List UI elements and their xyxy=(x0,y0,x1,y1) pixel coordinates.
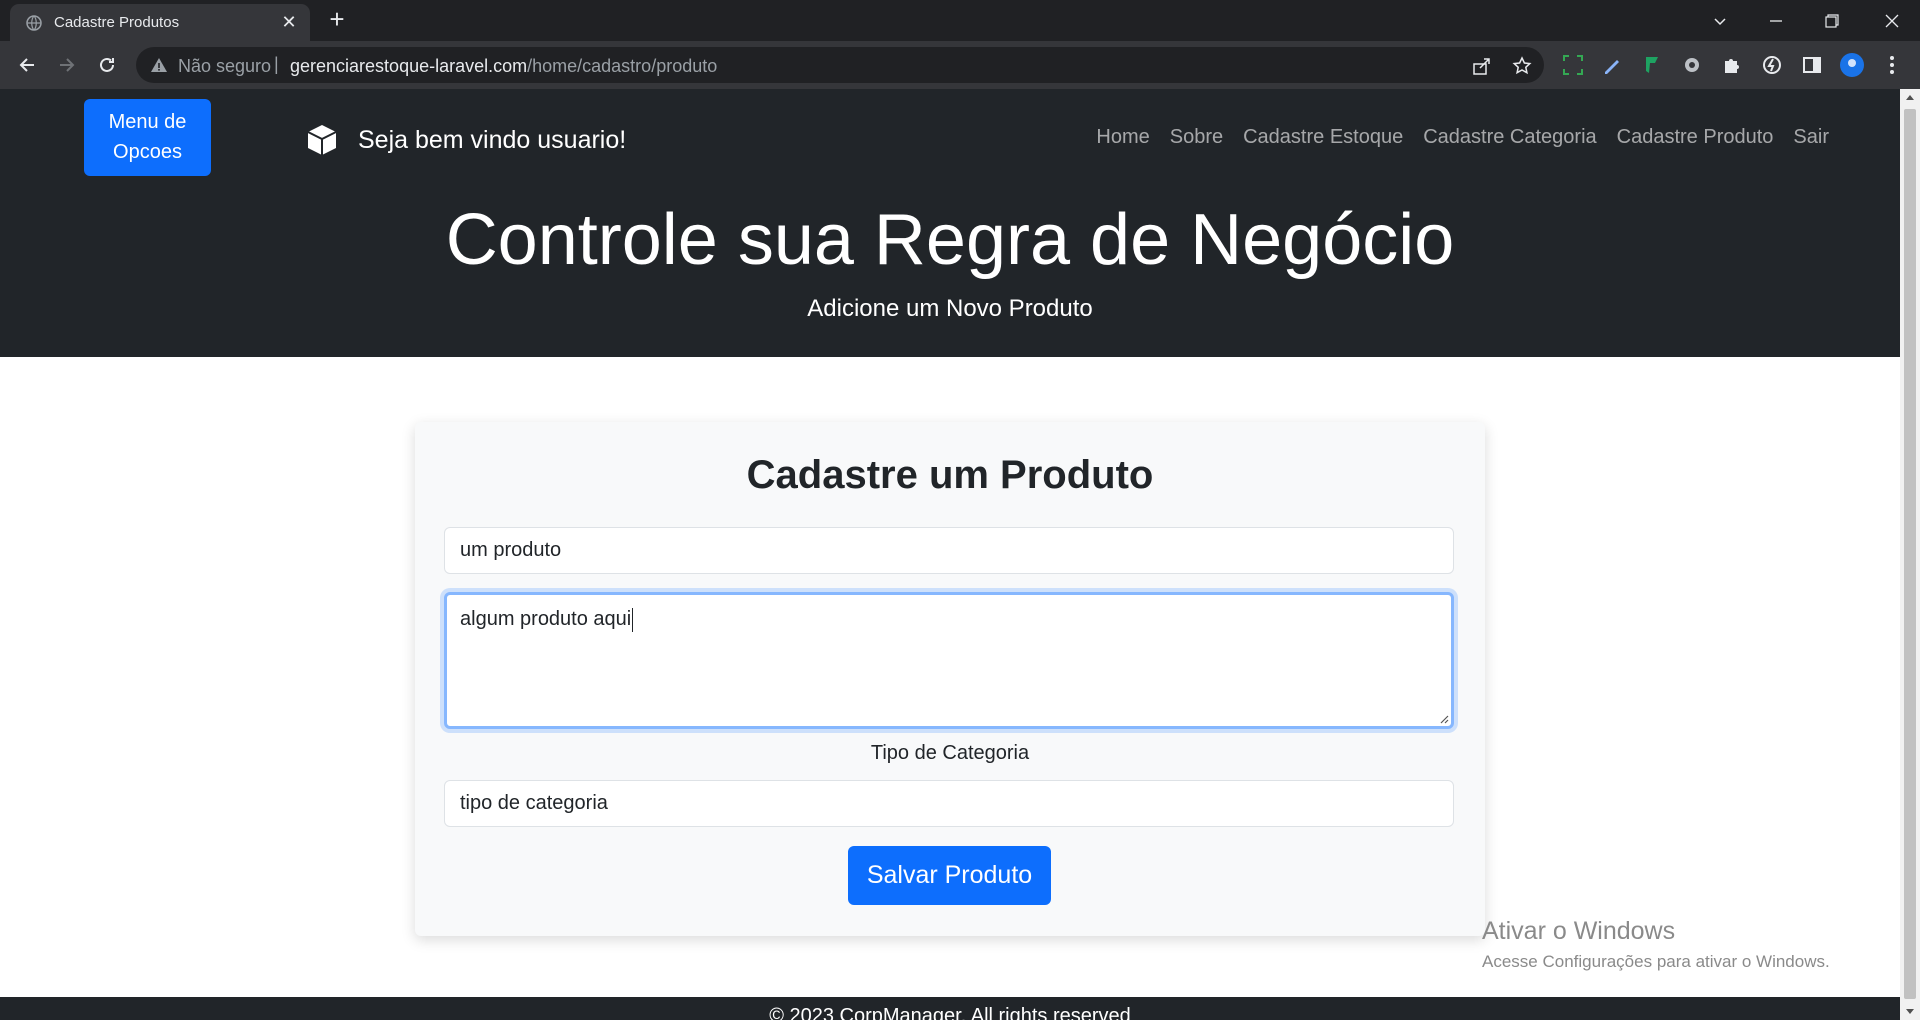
welcome-text: Seja bem vindo usuario! xyxy=(358,125,627,154)
url-text[interactable]: gerenciarestoque-laravel.com/home/cadast… xyxy=(290,56,717,77)
scroll-up-icon[interactable] xyxy=(1906,95,1914,100)
address-bar[interactable]: Não seguro | gerenciarestoque-laravel.co… xyxy=(136,47,1544,83)
globe-icon xyxy=(26,15,42,31)
nav-link-cadastre-estoque[interactable]: Cadastre Estoque xyxy=(1243,126,1403,149)
profile-avatar[interactable] xyxy=(1840,53,1864,77)
security-label[interactable]: Não seguro xyxy=(178,56,271,77)
tab-title: Cadastre Produtos xyxy=(54,14,180,31)
product-form-card: Cadastre um Produto um produto algum pro… xyxy=(415,422,1485,936)
forward-button[interactable] xyxy=(52,50,82,80)
browser-tab[interactable]: Cadastre Produtos ✕ xyxy=(10,4,310,41)
page-scrollbar[interactable] xyxy=(1900,89,1920,1020)
browser-tab-bar: Cadastre Produtos ✕ + xyxy=(0,0,1920,41)
options-menu-button[interactable]: Menu de Opcoes xyxy=(84,99,211,176)
warning-icon xyxy=(151,58,167,72)
scroll-thumb[interactable] xyxy=(1904,109,1916,999)
bookmark-star-icon[interactable] xyxy=(1512,56,1532,76)
nav-link-cadastre-categoria[interactable]: Cadastre Categoria xyxy=(1423,126,1596,149)
close-tab-icon[interactable]: ✕ xyxy=(278,11,300,33)
windows-activation-watermark: Ativar o Windows Acesse Configurações pa… xyxy=(1482,917,1830,972)
url-host: gerenciarestoque-laravel.com xyxy=(290,56,528,76)
scroll-down-icon[interactable] xyxy=(1906,1009,1914,1014)
browser-toolbar: Não seguro | gerenciarestoque-laravel.co… xyxy=(0,41,1920,89)
divider: | xyxy=(274,54,279,74)
gear-extension-icon[interactable] xyxy=(1680,53,1704,77)
nav-link-sobre[interactable]: Sobre xyxy=(1170,126,1223,149)
more-menu-icon[interactable] xyxy=(1880,53,1904,77)
nav-link-home[interactable]: Home xyxy=(1096,126,1149,149)
pen-extension-icon[interactable] xyxy=(1600,53,1624,77)
product-description-textarea[interactable]: algum produto aqui xyxy=(444,592,1454,729)
performance-icon[interactable] xyxy=(1760,53,1784,77)
hero-title: Controle sua Regra de Negócio xyxy=(445,200,1455,280)
main-nav: Home Sobre Cadastre Estoque Cadastre Cat… xyxy=(1096,126,1829,149)
back-button[interactable] xyxy=(12,50,42,80)
side-panel-icon[interactable] xyxy=(1800,53,1824,77)
category-input[interactable]: tipo de categoria xyxy=(444,780,1454,827)
nav-link-sair[interactable]: Sair xyxy=(1793,126,1829,149)
watermark-line2: Acesse Configurações para ativar o Windo… xyxy=(1482,952,1830,971)
box-icon xyxy=(307,125,337,155)
screenshot-extension-icon[interactable] xyxy=(1561,53,1585,77)
tab-search-icon[interactable] xyxy=(1692,0,1748,41)
close-window-button[interactable] xyxy=(1864,0,1920,41)
page-content: Menu de Opcoes Seja bem vindo usuario! H… xyxy=(0,89,1900,1020)
product-name-input[interactable]: um produto xyxy=(444,527,1454,574)
reload-button[interactable] xyxy=(92,50,122,80)
brand[interactable]: Seja bem vindo usuario! xyxy=(304,122,626,158)
share-icon[interactable] xyxy=(1472,56,1492,76)
hero-subtitle: Adicione um Novo Produto xyxy=(807,295,1093,322)
restore-button[interactable] xyxy=(1804,0,1860,41)
footer: © 2023 CorpManager. All rights reserved xyxy=(0,997,1900,1020)
resize-grip-icon[interactable] xyxy=(1439,714,1449,724)
form-title: Cadastre um Produto xyxy=(746,453,1154,497)
hero-header: Menu de Opcoes Seja bem vindo usuario! H… xyxy=(0,89,1900,357)
nav-link-cadastre-produto[interactable]: Cadastre Produto xyxy=(1617,126,1774,149)
description-text: algum produto aqui xyxy=(460,608,632,630)
text-caret xyxy=(632,607,634,632)
save-product-button[interactable]: Salvar Produto xyxy=(848,846,1051,905)
minimize-button[interactable] xyxy=(1748,0,1804,41)
watermark-line1: Ativar o Windows xyxy=(1482,917,1676,945)
category-label: Tipo de Categoria xyxy=(870,742,1030,764)
url-path: /home/cadastro/produto xyxy=(527,56,718,76)
new-tab-button[interactable]: + xyxy=(323,6,351,34)
footer-text: © 2023 CorpManager. All rights reserved xyxy=(769,1005,1131,1020)
leaf-extension-icon[interactable] xyxy=(1640,53,1664,77)
puzzle-extensions-icon[interactable] xyxy=(1720,53,1744,77)
